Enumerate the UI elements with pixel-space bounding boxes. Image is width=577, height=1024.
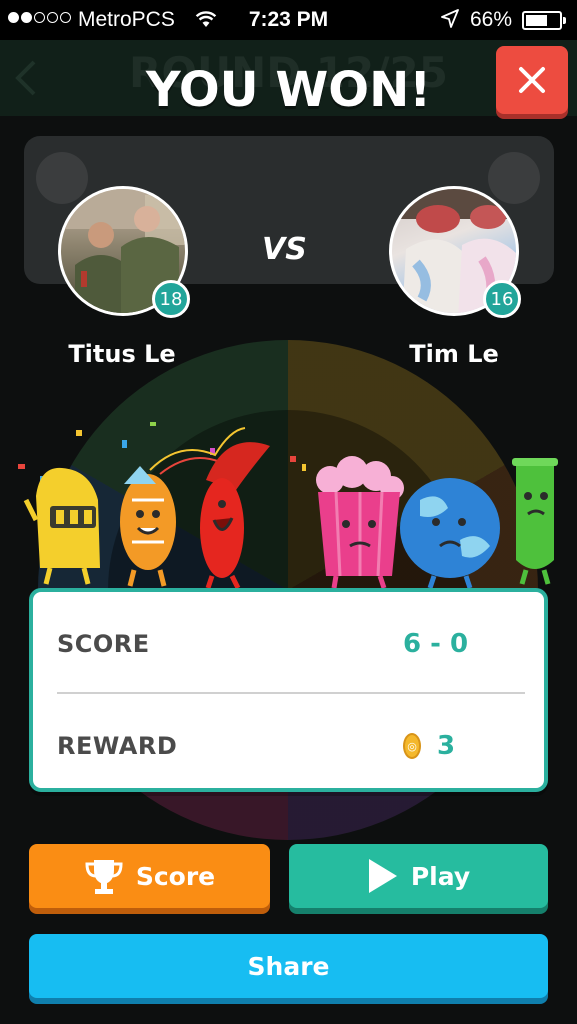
battery-icon <box>522 11 566 30</box>
reward-value: ◎ 3 <box>403 731 455 761</box>
coin-icon: ◎ <box>403 733 421 759</box>
trophy-icon <box>85 860 123 894</box>
share-button-label: Share <box>247 951 330 981</box>
trivia-characters-illustration <box>18 422 558 590</box>
player-right-avatar[interactable]: 16 <box>389 186 521 318</box>
knight-character <box>23 467 100 585</box>
score-value: 6 - 0 <box>403 629 468 659</box>
test-tube-character <box>512 458 558 585</box>
popcorn-character <box>316 456 404 589</box>
football-character <box>120 466 176 587</box>
player-left-name: Titus Le <box>68 340 176 368</box>
score-label: SCORE <box>57 630 150 658</box>
score-button[interactable]: Score <box>29 844 270 908</box>
paintbrush-character <box>200 442 270 590</box>
close-button[interactable] <box>496 46 568 114</box>
close-icon <box>519 67 545 93</box>
vs-label: VS <box>262 232 307 267</box>
player-right-name: Tim Le <box>409 340 499 368</box>
divider <box>57 692 525 694</box>
score-row: SCORE 6 - 0 <box>57 624 525 664</box>
result-title: YOU WON! <box>145 62 432 118</box>
play-button[interactable]: Play <box>289 844 548 908</box>
reward-value-text: 3 <box>437 731 456 761</box>
location-arrow-icon <box>441 9 459 28</box>
reward-label: REWARD <box>57 732 178 760</box>
globe-character <box>400 478 500 589</box>
battery-percent: 66% <box>470 8 513 31</box>
status-bar: MetroPCS 7:23 PM 66% <box>0 0 577 40</box>
level-badge: 16 <box>483 280 521 318</box>
score-value-text: 6 - 0 <box>403 629 469 659</box>
play-button-label: Play <box>410 861 471 891</box>
player-left-avatar[interactable]: 18 <box>58 186 190 318</box>
reward-row: REWARD ◎ 3 <box>57 726 525 766</box>
score-button-label: Score <box>135 861 216 891</box>
play-icon <box>368 859 397 893</box>
share-button[interactable]: Share <box>29 934 548 998</box>
level-badge: 18 <box>152 280 190 318</box>
results-card: SCORE 6 - 0 REWARD ◎ 3 <box>29 588 548 792</box>
